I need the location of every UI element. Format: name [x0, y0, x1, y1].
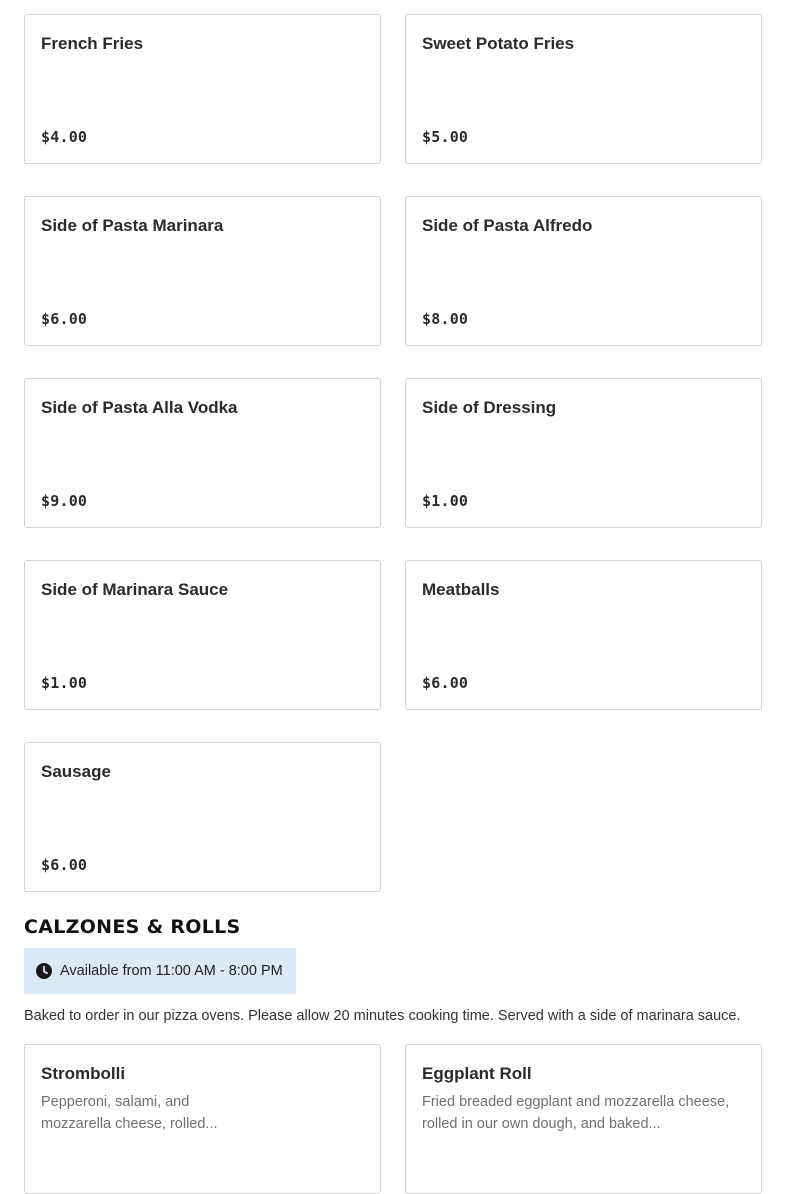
item-description-line: Fried breaded eggplant and mozzarella ch…: [422, 1094, 730, 1110]
menu-item-card[interactable]: Side of Dressing $1.00: [405, 378, 762, 528]
clock-icon: [36, 963, 52, 979]
item-price: $5.00: [422, 128, 469, 146]
item-name: Strombolli: [41, 1064, 126, 1083]
item-name: Side of Dressing: [422, 398, 557, 417]
menu-item-card[interactable]: Side of Pasta Alla Vodka $9.00: [24, 378, 381, 528]
menu-item-card[interactable]: Side of Pasta Marinara $6.00: [24, 196, 381, 346]
item-name: Side of Pasta Alfredo: [422, 216, 593, 235]
item-name: Eggplant Roll: [422, 1064, 532, 1083]
item-name: Side of Pasta Marinara: [41, 216, 224, 235]
item-description: Fried breaded eggplant and mozzarella ch…: [422, 1091, 729, 1135]
item-description: Pepperoni, salami, and mozzarella cheese…: [41, 1091, 218, 1135]
menu-item-card[interactable]: Strombolli Pepperoni, salami, and mozzar…: [24, 1044, 381, 1194]
menu-item-card[interactable]: Sweet Potato Fries $5.00: [405, 14, 762, 164]
availability-badge: Available from 11:00 AM - 8:00 PM: [24, 948, 296, 994]
menu-item-card[interactable]: Eggplant Roll Fried breaded eggplant and…: [405, 1044, 762, 1194]
item-price: $6.00: [41, 310, 88, 328]
item-price: $8.00: [422, 310, 469, 328]
section-title: CALZONES & ROLLS: [24, 916, 241, 938]
menu-item-card[interactable]: Side of Pasta Alfredo $8.00: [405, 196, 762, 346]
item-description-line: Pepperoni, salami, and: [41, 1094, 190, 1110]
item-name: Meatballs: [422, 580, 500, 599]
item-name: French Fries: [41, 34, 144, 53]
item-name: Sausage: [41, 762, 111, 781]
item-price: $6.00: [422, 674, 469, 692]
menu-item-card[interactable]: French Fries $4.00: [24, 14, 381, 164]
availability-text: Available from 11:00 AM - 8:00 PM: [60, 963, 283, 979]
item-name: Side of Marinara Sauce: [41, 580, 229, 599]
item-price: $1.00: [422, 492, 469, 510]
item-name: Sweet Potato Fries: [422, 34, 575, 53]
menu-item-card[interactable]: Meatballs $6.00: [405, 560, 762, 710]
menu-item-card[interactable]: Side of Marinara Sauce $1.00: [24, 560, 381, 710]
item-price: $1.00: [41, 674, 88, 692]
item-price: $6.00: [41, 856, 88, 874]
item-description-line: rolled in our own dough, and baked...: [422, 1116, 661, 1132]
item-price: $4.00: [41, 128, 88, 146]
menu-item-card[interactable]: Sausage $6.00: [24, 742, 381, 892]
item-name: Side of Pasta Alla Vodka: [41, 398, 238, 417]
item-description-line: mozzarella cheese, rolled...: [41, 1116, 218, 1132]
item-price: $9.00: [41, 492, 88, 510]
section-description: Baked to order in our pizza ovens. Pleas…: [24, 1008, 741, 1024]
